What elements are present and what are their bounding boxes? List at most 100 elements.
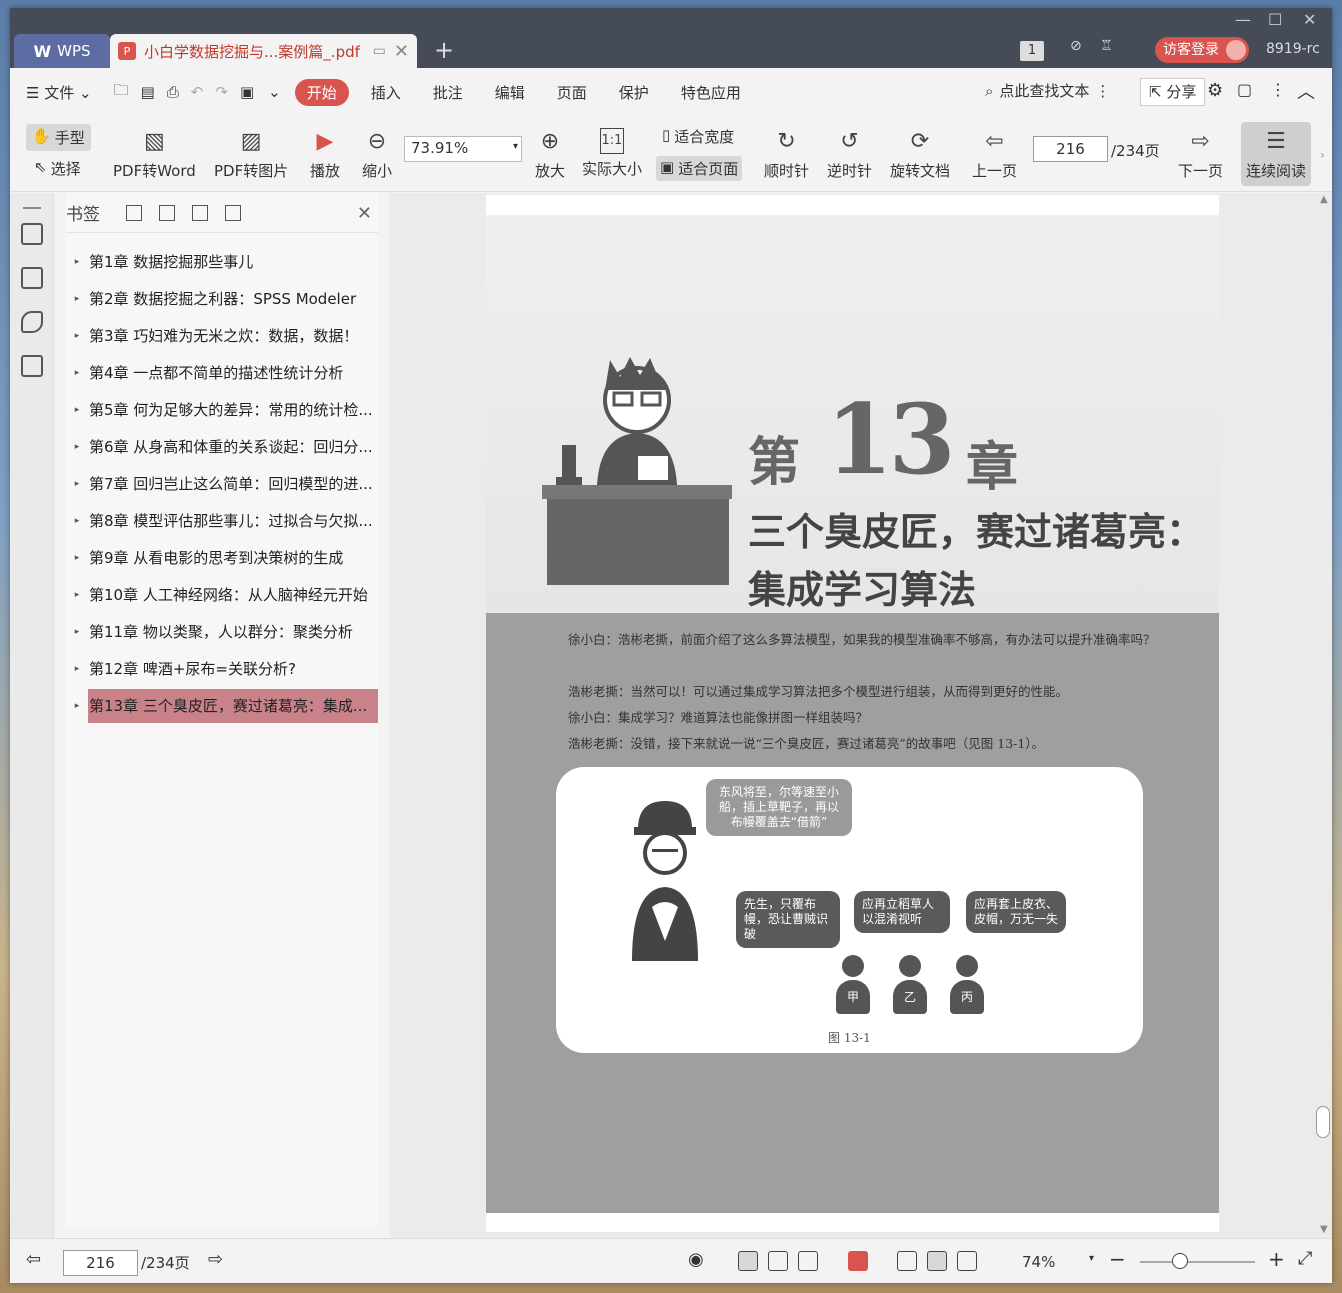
annotation-icon[interactable] [20,311,43,333]
continuous-read-content[interactable]: ☰ 连续阅读 [1246,128,1306,181]
play-slideshow-icon[interactable] [848,1251,868,1271]
pdf-to-word-button[interactable]: ▧ PDF转Word [113,128,196,181]
attachment-icon[interactable] [20,355,43,377]
tab-wps[interactable]: W WPS [14,34,110,68]
menu-annotate[interactable]: 批注 [417,82,479,103]
pdf-to-image-button[interactable]: ▨ PDF转图片 [214,128,288,181]
vertical-scrollbar-thumb[interactable] [1316,1106,1330,1138]
close-window-button[interactable]: ✕ [1303,10,1316,29]
fit-width-icon[interactable] [957,1251,977,1271]
fullscreen-icon[interactable]: ⤢ [1298,1248,1312,1269]
actual-size-icon[interactable] [897,1251,917,1271]
expand-arrow-icon[interactable]: ▸ [66,442,88,452]
menu-page[interactable]: 页面 [541,82,603,103]
scroll-down-icon[interactable]: ▼ [1320,1224,1328,1235]
menu-start[interactable]: 开始 [294,78,349,106]
bookmark-item[interactable]: ▸ 第10章 人工神经网络：从人脑神经元开始 [66,576,378,613]
page-number-input[interactable]: 216 [1033,136,1108,162]
save-icon[interactable]: ▤ [135,83,161,101]
bookmark-item[interactable]: ▸ 第3章 巧妇难为无米之炊：数据，数据！ [66,317,378,354]
menu-insert[interactable]: 插入 [355,82,417,103]
zoom-minus-icon[interactable]: − [1109,1247,1126,1271]
login-button[interactable]: 访客登录 [1155,37,1249,63]
bookmark-item[interactable]: ▸ 第1章 数据挖掘那些事儿 [66,243,378,280]
add-bookmark-icon[interactable] [126,204,142,221]
tab-document[interactable]: P 小白学数据挖掘与...案例篇_.pdf ▭ ✕ [110,34,417,68]
collapse-ribbon-icon[interactable]: ︿ [1297,78,1315,104]
more-vert-icon[interactable]: ⋮ [1095,82,1110,100]
undo-icon[interactable]: ↶ [185,83,210,101]
collapse-all-icon[interactable] [192,204,208,221]
bookmark-item[interactable]: ▸ 第7章 回归岂止这么简单：回归模型的进... [66,465,378,502]
minimize-button[interactable]: — [1235,10,1251,29]
prev-page-button[interactable]: ⇦ 上一页 [972,128,1017,181]
export-image-icon[interactable]: ▣ [234,83,260,101]
bookmark-item[interactable]: ▸ 第2章 数据挖掘之利器：SPSS Modeler [66,280,378,317]
rotate-document-button[interactable]: ⟳ 旋转文档 [890,128,950,181]
expand-arrow-icon[interactable]: ▸ [66,553,88,563]
bookmark-item-active[interactable]: ▸ 第13章 三个臭皮匠，赛过诸葛亮：集成... [66,687,378,724]
zoom-select[interactable]: 73.91% ▾ [404,136,522,162]
expand-arrow-icon[interactable]: ▸ [66,405,88,415]
fit-page-button[interactable]: ▣ 适合页面 [656,156,743,181]
bookmark-list-icon[interactable] [20,223,43,245]
prev-page-icon[interactable]: ⇦ [26,1249,41,1270]
bookmark-item[interactable]: ▸ 第5章 何为足够大的差异：常用的统计检... [66,391,378,428]
zoom-dropdown-icon[interactable]: ▾ [1089,1253,1094,1264]
expand-arrow-icon[interactable]: ▸ [66,479,88,489]
bookmark-item[interactable]: ▸ 第11章 物以类聚，人以群分：聚类分析 [66,613,378,650]
ribbon-scroll-right-icon[interactable]: › [1320,148,1325,162]
zoom-plus-icon[interactable]: + [1268,1247,1285,1271]
menu-file[interactable]: ☰ 文件 ⌄ [10,82,108,103]
scroll-up-icon[interactable]: ▲ [1320,194,1328,205]
bookmark-item[interactable]: ▸ 第6章 从身高和体重的关系谈起：回归分... [66,428,378,465]
expand-arrow-icon[interactable]: ▸ [66,368,88,378]
expand-all-icon[interactable] [159,204,175,221]
more-options-icon[interactable]: ⋮ [1270,80,1286,99]
new-tab-button[interactable]: + [434,38,454,62]
bookmark-item[interactable]: ▸ 第9章 从看电影的思考到决策树的生成 [66,539,378,576]
rotate-clockwise-button[interactable]: ↻ 顺时针 [764,128,809,181]
bookmark-item[interactable]: ▸ 第8章 模型评估那些事儿：过拟合与欠拟... [66,502,378,539]
skin-icon[interactable]: ♖ [1100,38,1113,54]
zoom-slider-knob[interactable] [1172,1253,1188,1269]
cloud-sync-icon[interactable]: ⊘ [1070,38,1082,54]
page-count-badge[interactable]: 1 [1020,41,1044,61]
expand-arrow-icon[interactable]: ▸ [66,590,88,600]
thumbnail-icon[interactable] [20,267,43,289]
expand-arrow-icon[interactable]: ▸ [66,627,88,637]
expand-arrow-icon[interactable]: ▸ [66,516,88,526]
comment-icon[interactable]: ▢ [1237,80,1252,99]
open-icon[interactable]: 🗀 [108,80,135,105]
document-viewport[interactable]: 第 13 章 三个臭皮匠，赛过诸葛亮： 集成学习算法 徐小白：浩彬老撕，前面介绍… [390,193,1332,1238]
bookmark-item[interactable]: ▸ 第12章 啤酒+尿布=关联分析? [66,650,378,687]
actual-size-button[interactable]: 1:1 实际大小 [582,128,642,179]
menu-protect[interactable]: 保护 [603,82,665,103]
continuous-view-icon[interactable] [738,1251,758,1271]
bookmark-item[interactable]: ▸ 第4章 一点都不简单的描述性统计分析 [66,354,378,391]
menu-features[interactable]: 特色应用 [665,82,757,103]
zoom-out-button[interactable]: ⊖ 缩小 [362,128,392,181]
expand-arrow-icon[interactable]: ▸ [66,331,88,341]
rotate-counterclockwise-button[interactable]: ↺ 逆时针 [827,128,872,181]
share-button[interactable]: ⇱ 分享 [1140,78,1206,106]
close-panel-icon[interactable]: ✕ [357,203,372,224]
single-page-icon[interactable] [768,1251,788,1271]
fit-page-icon[interactable] [927,1251,947,1271]
more-dropdown-icon[interactable]: ⌄ [260,83,289,101]
hand-tool-button[interactable]: ✋ 手型 [26,124,91,151]
eye-protect-icon[interactable]: ◉ [688,1249,704,1270]
zoom-slider-track[interactable] [1140,1261,1255,1263]
settings-gear-icon[interactable]: ⚙ [1207,80,1223,101]
next-page-icon[interactable]: ⇨ [208,1249,223,1270]
zoom-in-button[interactable]: ⊕ 放大 [535,128,565,181]
tab-close-icon[interactable]: ✕ [394,41,409,62]
search-box[interactable]: ⌕ 点此查找文本 ⋮ [985,80,1110,101]
screen-icon[interactable]: ▭ [373,43,386,59]
fit-width-button[interactable]: ▯ 适合宽度 [658,124,738,149]
menu-edit[interactable]: 编辑 [479,82,541,103]
expand-arrow-icon[interactable]: ▸ [66,294,88,304]
play-button[interactable]: ▶ 播放 [310,128,340,181]
next-page-button[interactable]: ⇨ 下一页 [1178,128,1223,181]
expand-arrow-icon[interactable]: ▸ [66,257,88,267]
